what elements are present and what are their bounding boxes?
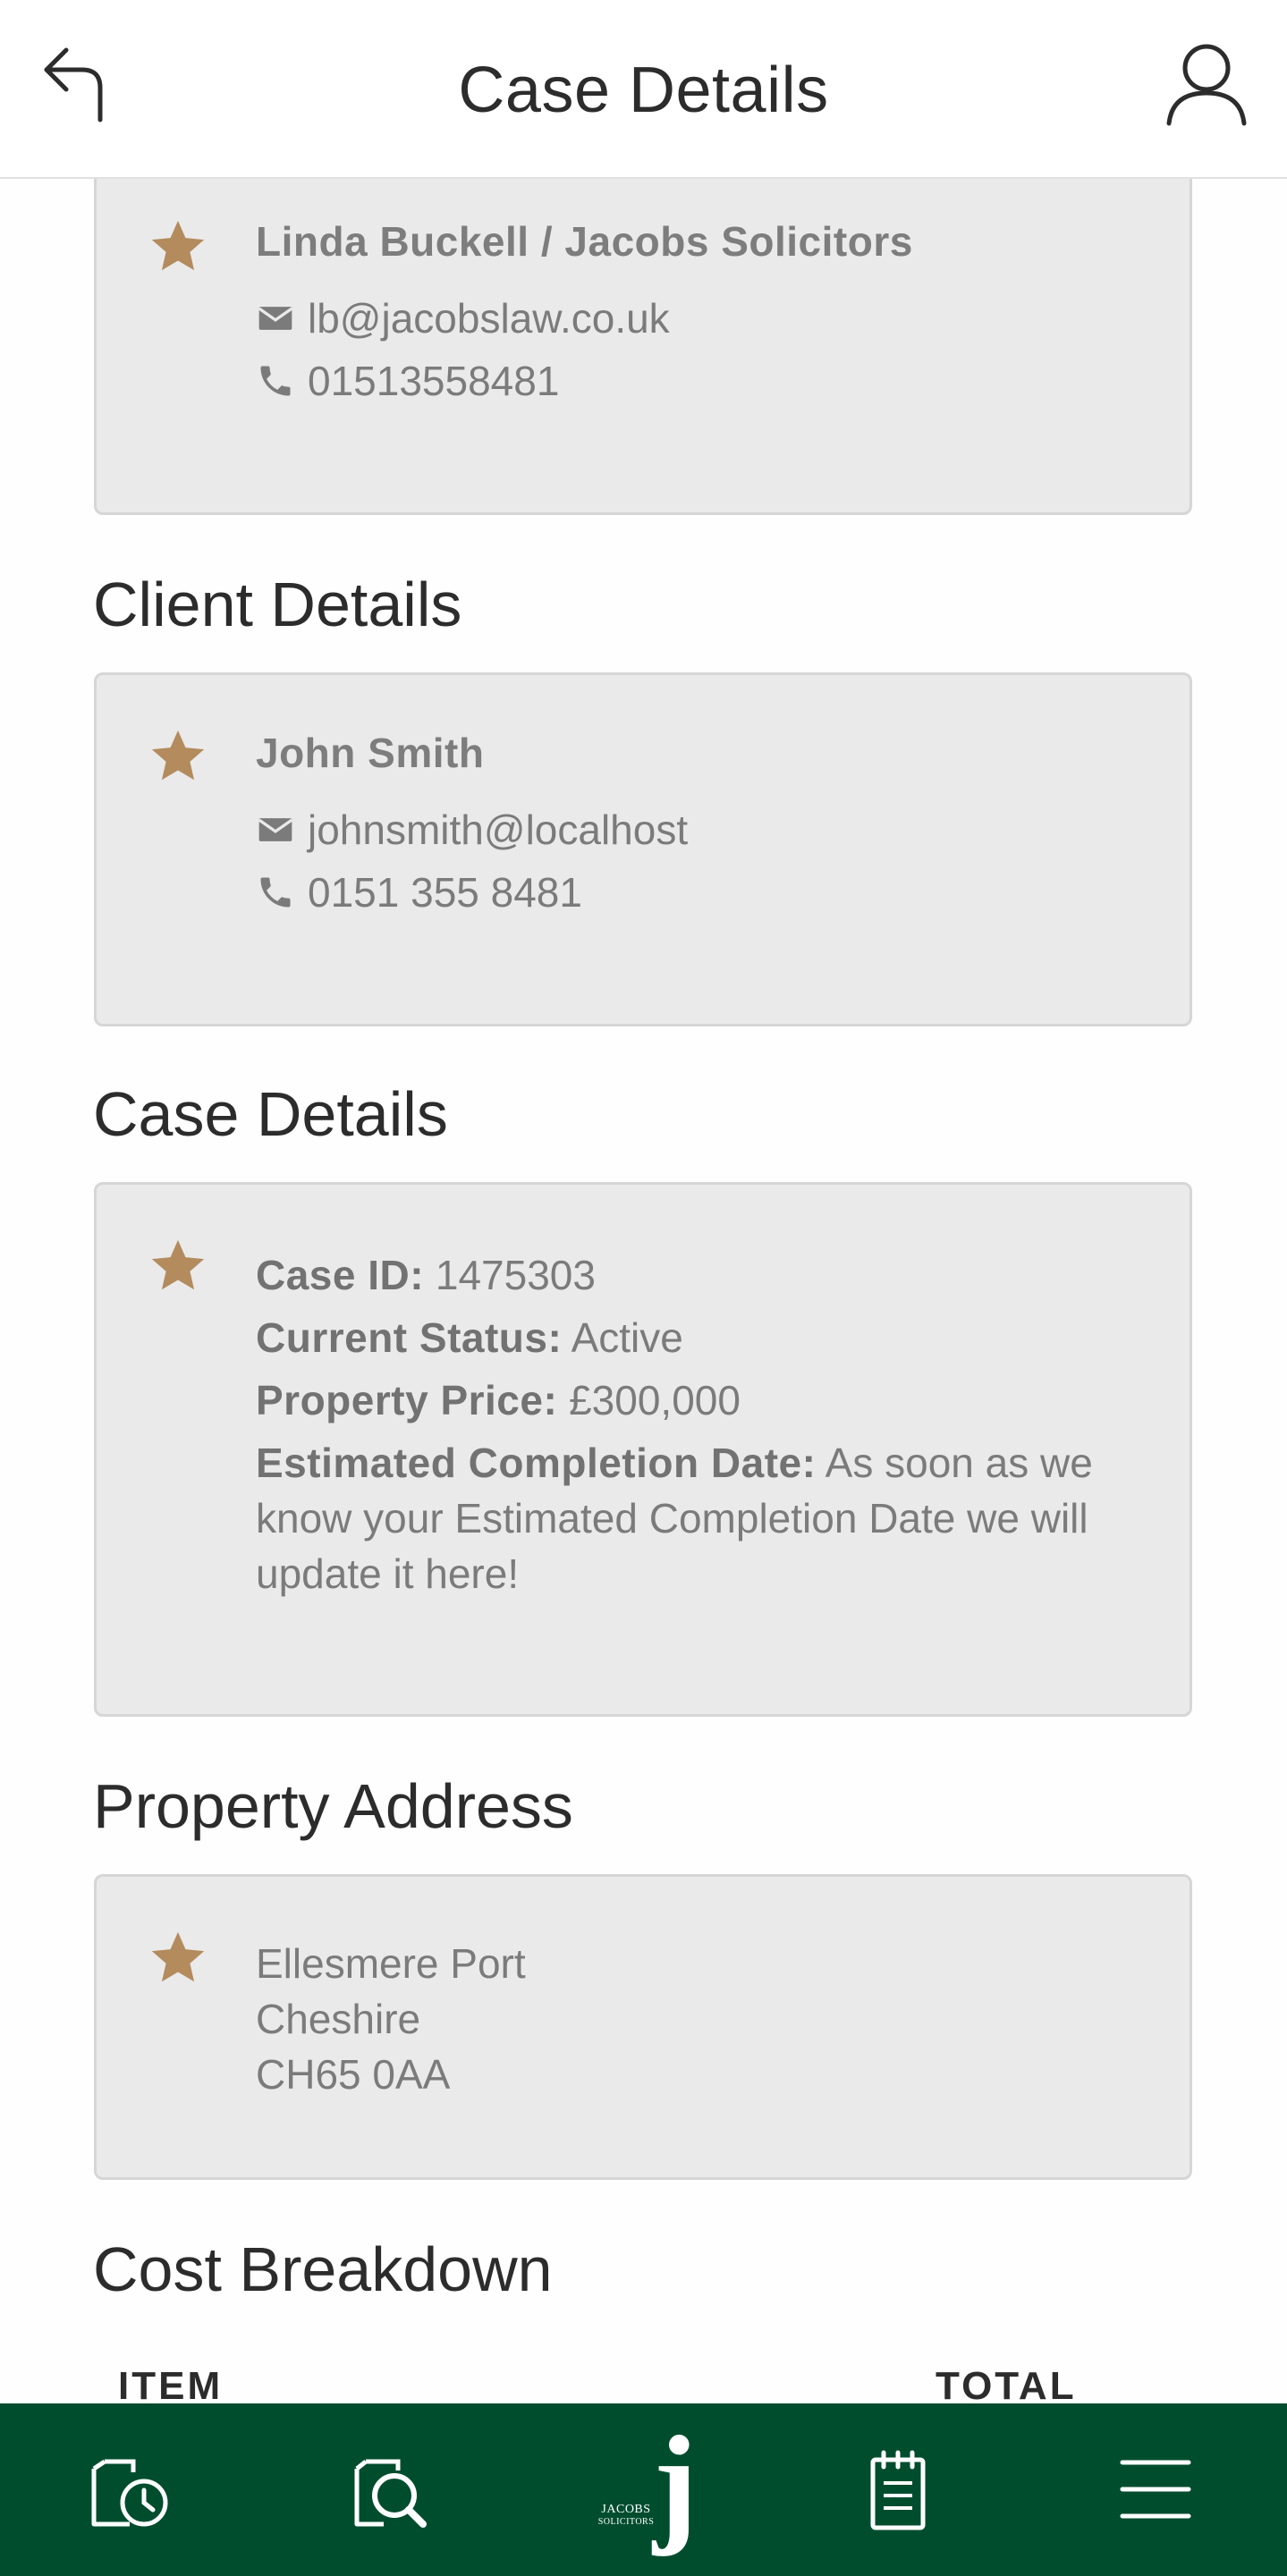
price-value: £300,000 [569, 1377, 741, 1423]
star-icon [151, 220, 205, 271]
case-id-label: Case ID: [256, 1252, 425, 1298]
star-icon [151, 1931, 205, 1982]
client-phone: 0151 355 8481 [308, 869, 582, 916]
star-icon [151, 730, 205, 781]
document-search-icon [354, 2459, 427, 2528]
user-profile-icon [1166, 44, 1247, 126]
phone-icon [260, 366, 291, 396]
client-card: John Smith johnsmith@localhost 0151 355 … [94, 672, 1192, 1026]
nav-notes[interactable] [809, 2403, 987, 2576]
app-screen: Case Details Linda Buckell / Jacobs Soli… [0, 0, 1287, 2576]
jacobs-logo-button[interactable]: JACOBS SOLICITORS j [590, 2416, 715, 2573]
address-line-1: Ellesmere Port [256, 1940, 526, 1987]
address-line-2: Cheshire [256, 1996, 421, 2042]
client-phone-row[interactable]: 0151 355 8481 [256, 868, 582, 916]
case-id-value: 1475303 [435, 1252, 596, 1298]
completion-row: Estimated Completion Date: As soon as we [256, 1435, 1150, 1491]
status-value: Active [571, 1314, 683, 1361]
nav-search-documents[interactable] [299, 2403, 478, 2576]
cost-table-total-header: TOTAL [936, 2364, 1077, 2403]
mail-icon [258, 818, 293, 841]
logo-line-2: SOLICITORS [597, 2517, 655, 2527]
completion-text-1: As soon as we [825, 1440, 1093, 1486]
app-header: Case Details [0, 0, 1287, 179]
phone-icon [260, 877, 291, 908]
solicitor-email: lb@jacobslaw.co.uk [308, 295, 670, 342]
case-card: Case ID: 1475303 Current Status: Active … [94, 1182, 1192, 1717]
nav-menu[interactable] [1066, 2403, 1245, 2576]
address-card: Ellesmere Port Cheshire CH65 0AA [94, 1874, 1192, 2180]
page-title: Case Details [458, 55, 829, 126]
solicitor-email-row[interactable]: lb@jacobslaw.co.uk [256, 294, 670, 342]
solicitor-phone-row[interactable]: 01513558481 [256, 357, 559, 405]
client-email-row[interactable]: johnsmith@localhost [256, 806, 688, 854]
profile-button[interactable] [1164, 41, 1249, 131]
client-details-heading: Client Details [93, 570, 462, 639]
scroll-content[interactable]: Linda Buckell / Jacobs Solicitors lb@jac… [0, 179, 1287, 2403]
status-row: Current Status: Active [256, 1310, 1150, 1365]
completion-text-line-3: update it here! [256, 1550, 520, 1597]
price-label: Property Price: [256, 1377, 558, 1423]
case-details-heading: Case Details [93, 1079, 448, 1149]
mail-icon [258, 307, 293, 330]
document-clock-icon [91, 2459, 168, 2526]
solicitor-card: Linda Buckell / Jacobs Solicitors lb@jac… [94, 179, 1192, 515]
logo-j-letter: j [653, 2409, 698, 2557]
hamburger-menu-icon [1120, 2460, 1191, 2518]
notepad-icon [870, 2450, 926, 2530]
star-icon [151, 1239, 205, 1290]
price-row: Property Price: £300,000 [256, 1372, 1150, 1428]
status-label: Current Status: [256, 1314, 563, 1361]
client-email: johnsmith@localhost [308, 807, 689, 853]
completion-text-line-2: know your Estimated Completion Date we w… [256, 1495, 1088, 1541]
case-id-row: Case ID: 1475303 [256, 1247, 1150, 1303]
nav-timeline[interactable] [38, 2403, 216, 2576]
client-name: John Smith [256, 730, 485, 776]
completion-label: Estimated Completion Date: [256, 1440, 817, 1486]
logo-line-1: JACOBS [601, 2503, 651, 2516]
cost-breakdown-heading: Cost Breakdown [93, 2234, 553, 2304]
property-address-heading: Property Address [93, 1771, 573, 1841]
solicitor-name: Linda Buckell / Jacobs Solicitors [256, 218, 913, 265]
cost-table-item-header: ITEM [118, 2364, 224, 2403]
address-line-3: CH65 0AA [256, 2051, 451, 2098]
logo-wordmark: JACOBS SOLICITORS [590, 2504, 662, 2529]
bottom-nav: JACOBS SOLICITORS j [0, 2403, 1287, 2576]
solicitor-phone: 01513558481 [308, 358, 560, 404]
